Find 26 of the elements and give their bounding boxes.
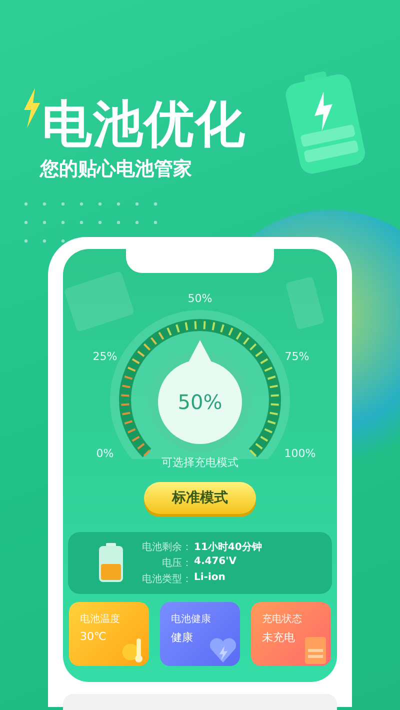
app-title: 电池优化	[42, 96, 246, 152]
battery-icon	[98, 543, 124, 583]
tile-label: 充电状态	[262, 612, 303, 626]
gauge-reading: 50%	[178, 390, 222, 414]
gauge-caption: 可选择充电模式	[162, 455, 238, 470]
scale-label: 75%	[284, 350, 310, 363]
app-subtitle: 您的贴心电池管家	[38, 157, 193, 182]
tile-value: 30℃	[80, 630, 108, 643]
tile-label: 电池温度	[80, 612, 121, 626]
info-label: 电池剩余：	[142, 540, 192, 554]
status-tile[interactable]: 充电状态 未充电	[251, 602, 331, 666]
lightning-icon	[22, 86, 42, 130]
tile-value: 未充电	[262, 630, 296, 645]
info-value: 11小时40分钟	[194, 540, 262, 554]
info-value: 4.476'V	[194, 556, 238, 569]
scale-label: 0%	[96, 447, 114, 459]
info-label: 电池类型：	[142, 572, 192, 586]
mode-button[interactable]: 标准模式	[144, 482, 256, 514]
status-tile[interactable]: 电池健康 健康	[160, 602, 240, 666]
info-value: Li-ion	[194, 572, 226, 585]
tile-label: 电池健康	[171, 612, 212, 626]
scale-label: 50%	[188, 292, 212, 305]
scale-label: 25%	[92, 350, 118, 363]
info-label: 电压：	[161, 556, 192, 570]
scale-label: 100%	[284, 447, 316, 459]
tile-value: 健康	[171, 630, 194, 645]
